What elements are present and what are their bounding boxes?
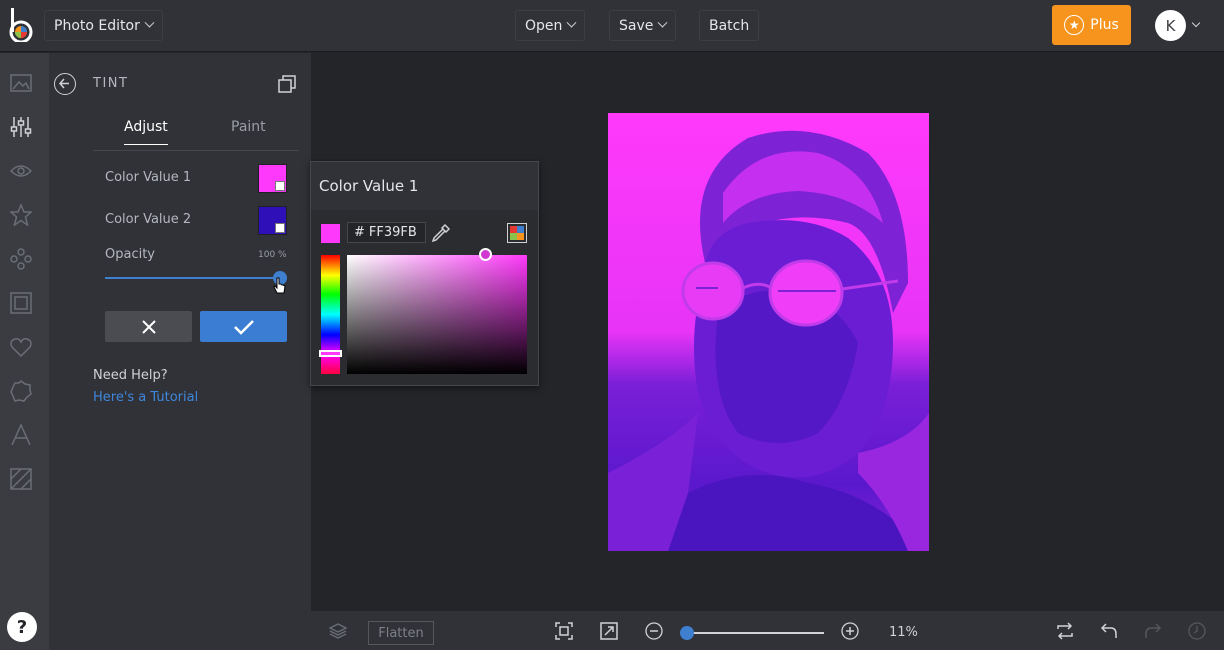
flatten-button[interactable]: Flatten <box>368 621 434 645</box>
photo-editor-label: Photo Editor <box>54 17 140 34</box>
batch-button[interactable]: Batch <box>699 10 760 41</box>
batch-label: Batch <box>709 17 750 34</box>
top-bar: Photo Editor Open Save Batch ★ Plus K <box>0 0 1224 52</box>
chevron-down-icon <box>657 17 668 28</box>
plus-label: Plus <box>1090 17 1119 33</box>
help-button[interactable]: ? <box>7 612 37 642</box>
image-icon[interactable] <box>10 72 32 94</box>
need-help-heading: Need Help? <box>93 368 168 383</box>
undo-icon[interactable] <box>1100 622 1118 640</box>
plus-upgrade-button[interactable]: ★ Plus <box>1052 5 1131 45</box>
current-color-swatch <box>321 224 340 243</box>
opacity-value: 100 % <box>258 250 287 260</box>
color-value-1-label: Color Value 1 <box>105 170 192 185</box>
layers-icon[interactable] <box>329 622 347 640</box>
heart-icon[interactable] <box>10 336 32 358</box>
saturation-brightness-field[interactable] <box>347 255 527 374</box>
befunky-logo-icon[interactable] <box>8 8 34 42</box>
apply-button[interactable] <box>200 311 287 342</box>
chevron-down-icon <box>566 17 577 28</box>
photo-editor-menu-button[interactable]: Photo Editor <box>44 10 163 41</box>
zoom-in-icon[interactable] <box>841 622 859 640</box>
palette-icon[interactable] <box>507 223 527 243</box>
star-icon: ★ <box>1064 15 1085 35</box>
badge-icon[interactable] <box>10 380 32 402</box>
color-value-1-swatch[interactable] <box>258 164 287 193</box>
color-picker-popover: Color Value 1 # FF39FB <box>310 161 539 386</box>
zoom-level: 11% <box>889 625 918 640</box>
texture-icon[interactable] <box>10 468 32 490</box>
close-icon <box>141 319 156 334</box>
saturation-handle[interactable] <box>479 248 492 261</box>
color-picker-title: Color Value 1 <box>319 177 419 195</box>
tab-paint[interactable]: Paint <box>231 119 266 135</box>
color-value-2-label: Color Value 2 <box>105 212 192 227</box>
text-icon[interactable] <box>10 424 32 446</box>
chevron-down-icon <box>275 181 285 191</box>
chevron-down-icon <box>144 17 155 28</box>
tint-panel: TINT Adjust Paint Color Value 1 Color Va… <box>49 53 311 650</box>
tab-adjust[interactable]: Adjust <box>124 119 168 145</box>
hue-slider-handle[interactable] <box>319 350 342 357</box>
save-menu-button[interactable]: Save <box>609 10 677 41</box>
zoom-out-icon[interactable] <box>645 622 663 640</box>
avatar[interactable]: K <box>1155 10 1186 41</box>
zoom-slider-handle[interactable] <box>680 626 694 640</box>
open-menu-button[interactable]: Open <box>515 10 586 41</box>
checkmark-icon <box>233 319 254 335</box>
redo-icon[interactable] <box>1144 622 1162 640</box>
panel-tabs: Adjust Paint <box>93 119 299 151</box>
history-icon[interactable] <box>1188 622 1206 640</box>
bottom-bar: Flatten 11% <box>311 611 1224 650</box>
chevron-down-icon[interactable] <box>1191 18 1201 28</box>
hex-input[interactable]: # FF39FB <box>347 222 426 243</box>
color-picker-header: Color Value 1 <box>311 162 538 210</box>
eye-icon[interactable] <box>10 160 32 182</box>
star-icon[interactable] <box>10 204 32 226</box>
chevron-down-icon <box>275 223 285 233</box>
eyedropper-icon[interactable] <box>431 223 451 243</box>
zoom-slider[interactable] <box>687 632 824 634</box>
tool-rail <box>0 53 49 650</box>
fit-to-screen-icon[interactable] <box>555 622 573 640</box>
shapes-icon[interactable] <box>10 248 32 270</box>
actual-size-icon[interactable] <box>600 622 618 640</box>
tinted-photo[interactable] <box>608 113 929 551</box>
hex-value: FF39FB <box>368 225 417 240</box>
swap-icon[interactable] <box>1056 622 1074 640</box>
opacity-slider[interactable] <box>105 277 287 279</box>
opacity-label: Opacity <box>105 247 156 262</box>
frame-icon[interactable] <box>10 292 32 314</box>
flatten-label: Flatten <box>378 625 424 641</box>
open-label: Open <box>525 17 563 34</box>
tutorial-link[interactable]: Here's a Tutorial <box>93 390 198 405</box>
hand-cursor-icon <box>273 277 286 294</box>
panel-title: TINT <box>93 76 129 91</box>
hex-prefix: # <box>354 225 365 240</box>
color-value-2-swatch[interactable] <box>258 206 287 235</box>
cancel-button[interactable] <box>105 311 192 342</box>
back-arrow-icon[interactable] <box>54 73 76 95</box>
sliders-icon[interactable] <box>10 116 32 138</box>
help-label: ? <box>16 616 28 638</box>
avatar-initial: K <box>1165 16 1176 35</box>
save-label: Save <box>619 17 654 34</box>
duplicate-icon[interactable] <box>278 75 296 93</box>
